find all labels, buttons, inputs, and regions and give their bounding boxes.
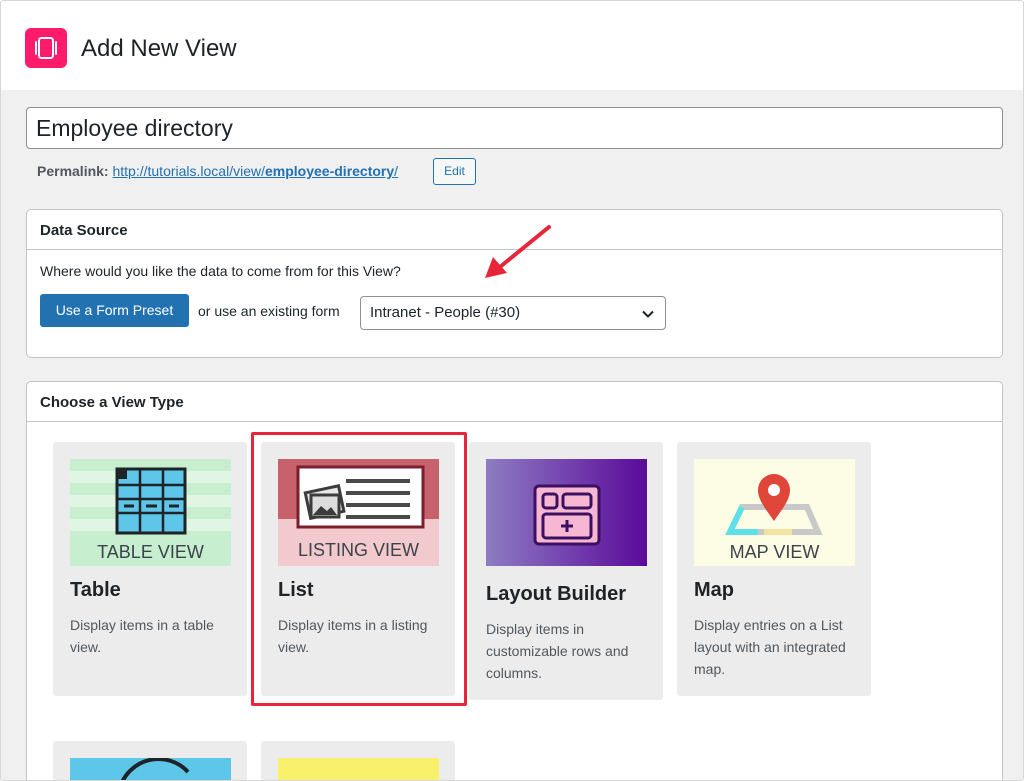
map-view-thumbnail: MAP VIEW [694, 459, 855, 566]
panel-header: Choose a View Type [27, 382, 1002, 422]
selected-form-value: Intranet - People (#30) [370, 304, 521, 321]
page-title: Add New View [81, 35, 237, 62]
table-thumb-label: TABLE VIEW [97, 542, 204, 562]
partial-thumbnail [70, 758, 231, 780]
view-title-input[interactable]: Employee directory [26, 107, 1003, 149]
view-type-card-layout-builder[interactable]: Layout Builder Display items in customiz… [469, 442, 663, 700]
map-thumb-label: MAP VIEW [730, 542, 820, 562]
card-description: Display items in a table view. [70, 617, 214, 655]
view-type-card-partial[interactable] [261, 741, 455, 780]
app-window: Add New View Employee directory Permalin… [0, 0, 1024, 781]
data-source-question: Where would you like the data to come fr… [40, 263, 401, 279]
gravityview-logo-icon [25, 28, 67, 68]
existing-form-select[interactable]: Intranet - People (#30) [360, 296, 666, 330]
permalink-row: Permalink: http://tutorials.local/view/e… [37, 163, 398, 179]
card-description: Display items in customizable rows and c… [486, 621, 629, 681]
selection-highlight [251, 432, 467, 706]
card-description: Display entries on a List layout with an… [694, 617, 846, 677]
permalink-label: Permalink: [37, 163, 109, 179]
page-header: Add New View [1, 1, 1023, 90]
panel-title: Choose a View Type [40, 394, 184, 411]
or-existing-form-label: or use an existing form [198, 303, 340, 319]
permalink-link[interactable]: http://tutorials.local/view/employee-dir… [112, 163, 398, 179]
table-view-thumbnail: TABLE VIEW [70, 459, 231, 566]
card-title: Table [70, 579, 121, 601]
edit-permalink-button[interactable]: Edit [433, 158, 476, 185]
view-type-card-partial[interactable] [53, 741, 247, 780]
card-title: Layout Builder [486, 583, 627, 605]
partial-thumbnail [278, 758, 439, 780]
chevron-down-icon [642, 310, 654, 318]
annotation-arrow-icon [485, 225, 551, 278]
view-type-card-map[interactable]: MAP VIEW Map Display entries on a List l… [677, 442, 871, 696]
layout-builder-thumbnail [486, 459, 647, 566]
card-title: Map [694, 579, 734, 601]
panel-title: Data Source [40, 222, 128, 239]
use-form-preset-button[interactable]: Use a Form Preset [40, 294, 189, 327]
view-type-card-table[interactable]: TABLE VIEW Table Display items in a tabl… [53, 442, 247, 696]
